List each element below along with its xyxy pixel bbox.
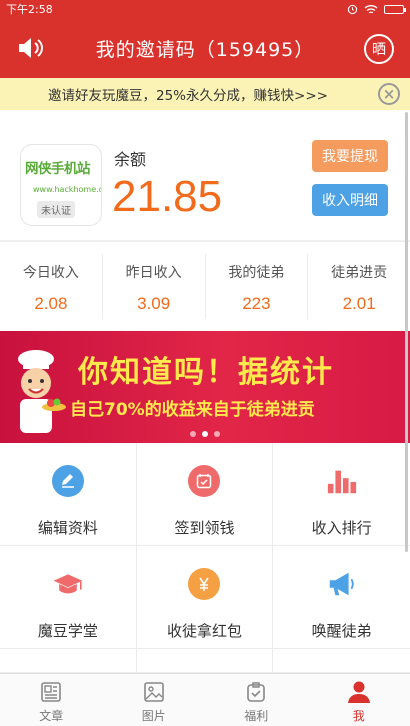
balance-label: 余额 xyxy=(114,150,147,169)
tab-label: 文章 xyxy=(39,709,64,723)
grid-row-partial xyxy=(273,649,410,673)
unverified-badge: 未认证 xyxy=(37,201,75,218)
invite-notice[interactable]: 邀请好友玩魔豆，25%永久分成，赚钱快>>> × xyxy=(0,78,410,110)
grid-item-label: 魔豆学堂 xyxy=(37,622,98,640)
stat-today-income[interactable]: 今日收入 2.08 xyxy=(0,254,103,319)
withdraw-button[interactable]: 我要提现 xyxy=(312,140,388,172)
banner-headline: 你知道吗！据统计 xyxy=(78,355,334,390)
tab-welfare[interactable]: 福利 xyxy=(205,674,308,726)
megaphone-icon xyxy=(326,568,358,600)
gift-check-icon xyxy=(247,682,266,702)
person-icon xyxy=(347,681,370,703)
scrollbar[interactable] xyxy=(405,112,408,552)
alarm-icon xyxy=(347,4,358,14)
grid-item-edit-profile[interactable]: 编辑资料 xyxy=(0,443,137,546)
logo-brand: 网侠手机站 xyxy=(25,161,91,177)
balance-value: 21.85 xyxy=(112,172,223,221)
stat-disciple-tribute[interactable]: 徒弟进贡 2.01 xyxy=(308,254,410,319)
pencil-icon xyxy=(51,465,84,497)
stat-disciples[interactable]: 我的徒弟 223 xyxy=(206,254,309,319)
grid-item-label: 唤醒徒弟 xyxy=(311,622,372,640)
tab-label: 福利 xyxy=(244,709,269,723)
stat-value: 2.08 xyxy=(34,294,68,313)
carousel-dots xyxy=(190,431,220,437)
tab-label: 我 xyxy=(352,709,365,723)
status-bar: 下午2:58 xyxy=(0,0,410,18)
feature-grid: 编辑资料 签到领钱 收入排行 魔豆学堂 收徒拿红包 唤醒徒弟 xyxy=(0,443,410,673)
balance-card: 网侠手机站 www.hackhome.com 未认证 余额 21.85 我要提现… xyxy=(0,110,410,240)
grid-item-label: 签到领钱 xyxy=(174,519,235,537)
grid-item-ranking[interactable]: 收入排行 xyxy=(273,443,410,546)
stat-label: 昨日收入 xyxy=(125,265,182,281)
carousel-dot[interactable] xyxy=(214,431,220,437)
wifi-icon xyxy=(364,4,378,13)
status-time: 下午2:58 xyxy=(6,3,53,16)
carousel-dot-active[interactable] xyxy=(202,431,208,437)
app-header: 我的邀请码（159495） 晒 xyxy=(0,18,410,78)
carousel-dot[interactable] xyxy=(190,431,196,437)
tab-me[interactable]: 我 xyxy=(308,674,410,726)
notice-text: 邀请好友玩魔豆，25%永久分成，赚钱快>>> xyxy=(48,88,328,104)
promo-banner[interactable]: 你知道吗！据统计 自己70%的收益来自于徒弟进贡 xyxy=(0,331,410,443)
income-detail-button[interactable]: 收入明细 xyxy=(312,184,388,216)
chef-illustration xyxy=(18,350,66,433)
yen-coin-icon xyxy=(188,568,221,600)
share-button[interactable]: 晒 xyxy=(364,34,394,64)
stat-value: 2.01 xyxy=(342,294,376,313)
grid-item-label: 收徒拿红包 xyxy=(166,622,242,640)
graduation-cap-icon xyxy=(52,568,84,600)
grid-item-label: 编辑资料 xyxy=(37,519,98,537)
page-title: 我的邀请码（159495） xyxy=(95,38,315,61)
stats-row: 今日收入 2.08 昨日收入 3.09 我的徒弟 223 徒弟进贡 2.01 xyxy=(0,241,410,331)
close-icon[interactable]: × xyxy=(378,83,400,105)
banner-subline: 自己70%的收益来自于徒弟进贡 xyxy=(70,400,315,420)
stat-label: 徒弟进贡 xyxy=(331,265,388,281)
avatar[interactable]: 网侠手机站 www.hackhome.com 未认证 xyxy=(20,144,102,226)
bottom-tab-bar: 文章 图片 福利 我 xyxy=(0,673,410,726)
calendar-check-icon xyxy=(188,465,221,497)
grid-row-partial xyxy=(136,649,274,673)
stat-yesterday-income[interactable]: 昨日收入 3.09 xyxy=(103,254,206,319)
tab-images[interactable]: 图片 xyxy=(103,674,206,726)
speaker-icon[interactable] xyxy=(16,36,44,60)
grid-row-partial xyxy=(0,649,137,673)
stat-value: 3.09 xyxy=(137,294,171,313)
logo-url: www.hackhome.com xyxy=(33,185,101,194)
article-icon xyxy=(41,682,62,702)
battery-icon xyxy=(384,4,406,14)
stat-label: 我的徒弟 xyxy=(228,265,285,281)
tab-label: 图片 xyxy=(141,709,166,723)
bar-chart-icon xyxy=(326,465,358,497)
status-icons xyxy=(347,4,406,15)
grid-item-academy[interactable]: 魔豆学堂 xyxy=(0,546,137,649)
grid-item-recruit-redpacket[interactable]: 收徒拿红包 xyxy=(136,546,274,649)
grid-item-checkin[interactable]: 签到领钱 xyxy=(136,443,274,546)
stat-label: 今日收入 xyxy=(22,265,79,281)
grid-item-wake-disciples[interactable]: 唤醒徒弟 xyxy=(273,546,410,649)
grid-item-label: 收入排行 xyxy=(311,519,372,537)
tab-articles[interactable]: 文章 xyxy=(0,674,103,726)
image-icon xyxy=(143,682,164,702)
stat-value: 223 xyxy=(242,294,271,313)
